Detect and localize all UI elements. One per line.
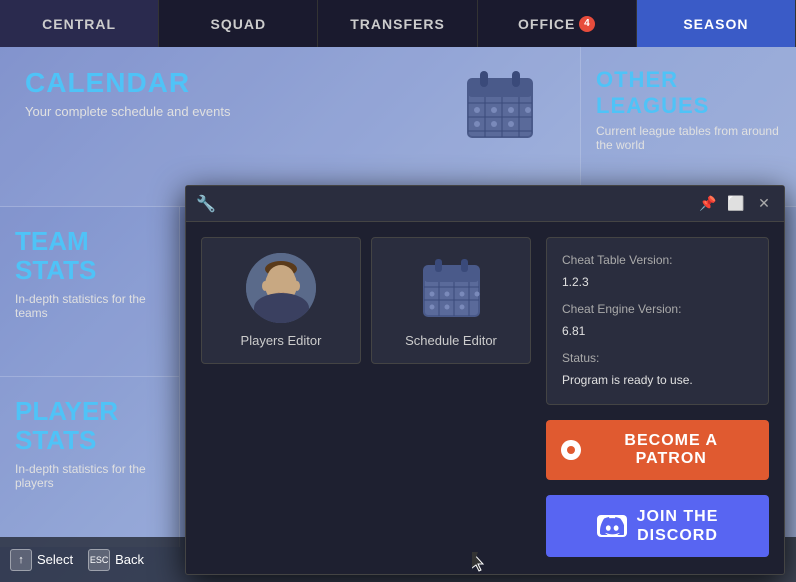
player-avatar: [246, 253, 316, 323]
editors-row: Players Editor: [201, 237, 531, 364]
select-label: Select: [37, 552, 73, 567]
nav-transfers-label: TRANSFERS: [350, 16, 445, 32]
nav-transfers[interactable]: TRANSFERS: [318, 0, 477, 47]
back-key-icon: ESC: [88, 549, 110, 571]
cheat-engine-version-value: 6.81: [562, 321, 753, 343]
status-label: Status:: [562, 348, 753, 370]
discord-join-text: JOIN THE: [637, 507, 719, 526]
other-leagues-section[interactable]: OTHER LEAGUES Current league tables from…: [580, 47, 796, 207]
info-panel: Cheat Table Version: 1.2.3 Cheat Engine …: [546, 237, 769, 559]
close-button[interactable]: ✕: [754, 194, 774, 214]
players-editor-card[interactable]: Players Editor: [201, 237, 361, 364]
nav-central[interactable]: CENTRAL: [0, 0, 159, 47]
cheat-table-version-label: Cheat Table Version:: [562, 250, 753, 272]
player-stats-description: In-depth statistics for the players: [15, 462, 164, 490]
nav-season[interactable]: SEASON: [637, 0, 796, 47]
patron-label: BECOME A PATRON: [589, 432, 755, 468]
top-navigation: CENTRAL SQUAD TRANSFERS OFFICE 4 SEASON: [0, 0, 796, 47]
titlebar-controls: 📌 ⬜ ✕: [698, 194, 774, 214]
nav-central-label: CENTRAL: [42, 16, 116, 32]
discord-name-text: DISCORD: [637, 526, 719, 545]
cheat-engine-version-label: Cheat Engine Version:: [562, 299, 753, 321]
select-button[interactable]: ↑ Select: [10, 549, 73, 571]
version-info-box: Cheat Table Version: 1.2.3 Cheat Engine …: [546, 237, 769, 405]
status-value: Program is ready to use.: [562, 370, 753, 392]
select-key-icon: ↑: [10, 549, 32, 571]
schedule-calendar-icon: [416, 253, 486, 323]
nav-office-label: OFFICE: [518, 16, 575, 32]
become-patron-button[interactable]: BECOME A PATRON: [546, 420, 769, 480]
window-titlebar: 🔧 📌 ⬜ ✕: [186, 186, 784, 222]
window-content: Players Editor: [186, 222, 784, 574]
office-badge: 4: [579, 16, 595, 32]
player-stats-section[interactable]: PLAYER STATS In-depth statistics for the…: [0, 377, 180, 547]
team-stats-title: TEAMSTATS: [15, 227, 164, 284]
other-leagues-description: Current league tables from around the wo…: [596, 124, 781, 152]
team-stats-description: In-depth statistics for the teams: [15, 292, 164, 320]
editors-panel: Players Editor: [201, 237, 531, 559]
discord-text: JOIN THE DISCORD: [637, 507, 719, 545]
discord-logo: [597, 515, 627, 537]
join-discord-button[interactable]: JOIN THE DISCORD: [546, 495, 769, 557]
schedule-editor-label: Schedule Editor: [405, 333, 497, 348]
pin-button[interactable]: 📌: [698, 194, 718, 214]
schedule-editor-card[interactable]: Schedule Editor: [371, 237, 531, 364]
wrench-icon: 🔧: [196, 194, 216, 214]
player-stats-title: PLAYER STATS: [15, 397, 164, 454]
back-label: Back: [115, 552, 144, 567]
patron-icon: [561, 440, 581, 460]
players-editor-label: Players Editor: [241, 333, 322, 348]
nav-season-label: SEASON: [683, 16, 748, 32]
calendar-section[interactable]: CALENDAR Your complete schedule and even…: [0, 47, 580, 207]
back-button[interactable]: ESC Back: [88, 549, 144, 571]
maximize-button[interactable]: ⬜: [726, 194, 746, 214]
nav-office[interactable]: OFFICE 4: [478, 0, 637, 47]
cheat-table-version-value: 1.2.3: [562, 272, 753, 294]
team-stats-section[interactable]: TEAMSTATS In-depth statistics for the te…: [0, 207, 180, 377]
overlay-window: 🔧 📌 ⬜ ✕: [185, 185, 785, 575]
nav-squad[interactable]: SQUAD: [159, 0, 318, 47]
nav-squad-label: SQUAD: [211, 16, 267, 32]
other-leagues-title: OTHER LEAGUES: [596, 67, 781, 119]
calendar-icon: [460, 67, 540, 147]
